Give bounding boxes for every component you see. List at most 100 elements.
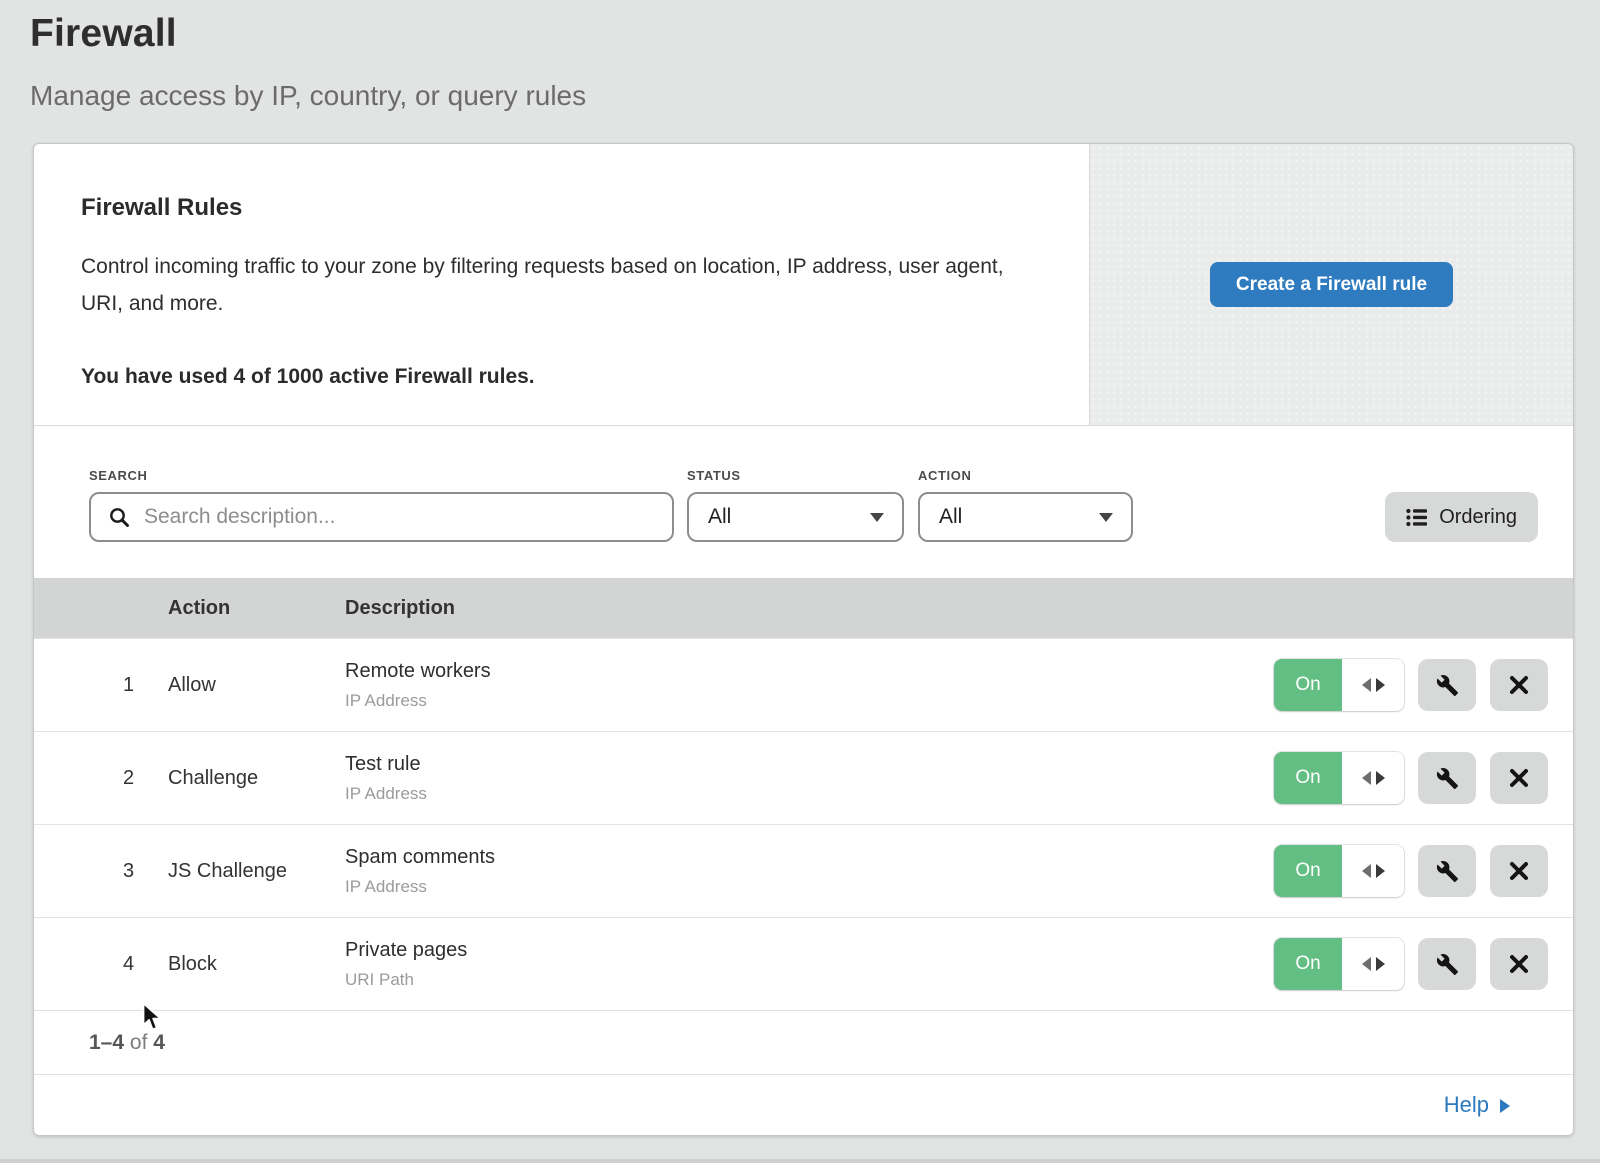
arrow-left-icon <box>1362 957 1371 971</box>
status-label: STATUS <box>687 468 904 483</box>
rule-status-toggle[interactable]: On <box>1274 752 1404 804</box>
arrow-right-icon <box>1376 771 1385 785</box>
rule-description-cell: Remote workers IP Address <box>345 660 1274 711</box>
rule-match-type: IP Address <box>345 784 1274 804</box>
search-filter-group: SEARCH <box>89 468 674 542</box>
rule-priority: 3 <box>89 860 168 883</box>
rule-action: Challenge <box>168 767 345 790</box>
rule-status-toggle[interactable]: On <box>1274 938 1404 990</box>
rule-description: Private pages <box>345 939 1274 962</box>
page-header: Firewall Manage access by IP, country, o… <box>0 0 1600 112</box>
wrench-icon <box>1436 767 1459 790</box>
rule-action: Allow <box>168 674 345 697</box>
rule-description-cell: Private pages URI Path <box>345 939 1274 990</box>
rule-description: Spam comments <box>345 846 1274 869</box>
wrench-icon <box>1436 860 1459 883</box>
toggle-on-label: On <box>1274 659 1342 711</box>
help-link-label: Help <box>1444 1092 1489 1118</box>
help-arrow-icon <box>1500 1099 1510 1113</box>
card-description: Control incoming traffic to your zone by… <box>81 248 1031 322</box>
pagination: 1–4 of 4 <box>34 1010 1573 1074</box>
toggle-drag-handle[interactable] <box>1342 659 1404 711</box>
edit-rule-button[interactable] <box>1418 845 1476 897</box>
status-select[interactable]: All <box>687 492 904 542</box>
rule-controls: On <box>1274 938 1548 990</box>
card-heading: Firewall Rules <box>81 194 1041 222</box>
table-row: 3 JS Challenge Spam comments IP Address … <box>34 824 1573 917</box>
table-header: Action Description <box>34 578 1573 638</box>
arrow-left-icon <box>1362 864 1371 878</box>
firewall-rules-card: Firewall Rules Control incoming traffic … <box>33 143 1574 1136</box>
table-row: 1 Allow Remote workers IP Address On <box>34 638 1573 731</box>
rule-description: Remote workers <box>345 660 1274 683</box>
status-selected-value: All <box>708 505 731 529</box>
rule-match-type: URI Path <box>345 970 1274 990</box>
edit-rule-button[interactable] <box>1418 659 1476 711</box>
rule-description-cell: Spam comments IP Address <box>345 846 1274 897</box>
edit-rule-button[interactable] <box>1418 938 1476 990</box>
arrow-right-icon <box>1376 864 1385 878</box>
rule-controls: On <box>1274 659 1548 711</box>
page-title: Firewall <box>30 12 1570 56</box>
arrow-left-icon <box>1362 771 1371 785</box>
status-filter-group: STATUS All <box>674 468 904 542</box>
search-input-box[interactable] <box>89 492 674 542</box>
toggle-drag-handle[interactable] <box>1342 938 1404 990</box>
usage-summary: You have used 4 of 1000 active Firewall … <box>81 365 1041 389</box>
pagination-of: of <box>130 1031 148 1055</box>
close-icon <box>1509 675 1529 695</box>
action-selected-value: All <box>939 505 962 529</box>
delete-rule-button[interactable] <box>1490 659 1548 711</box>
rule-status-toggle[interactable]: On <box>1274 845 1404 897</box>
rule-action: JS Challenge <box>168 860 345 883</box>
search-input[interactable] <box>144 505 658 529</box>
rule-priority: 2 <box>89 767 168 790</box>
toggle-drag-handle[interactable] <box>1342 845 1404 897</box>
delete-rule-button[interactable] <box>1490 845 1548 897</box>
search-label: SEARCH <box>89 468 674 483</box>
rule-controls: On <box>1274 845 1548 897</box>
wrench-icon <box>1436 953 1459 976</box>
rule-description: Test rule <box>345 753 1274 776</box>
intro-text-block: Firewall Rules Control incoming traffic … <box>34 144 1089 425</box>
create-rule-panel: Create a Firewall rule <box>1089 144 1573 425</box>
rule-match-type: IP Address <box>345 877 1274 897</box>
intro-section: Firewall Rules Control incoming traffic … <box>34 144 1573 426</box>
help-link[interactable]: Help <box>1444 1092 1510 1118</box>
search-icon <box>108 506 131 529</box>
chevron-down-icon <box>1099 513 1113 522</box>
help-row: Help <box>34 1074 1573 1135</box>
create-firewall-rule-button[interactable]: Create a Firewall rule <box>1210 262 1453 307</box>
filters-bar: SEARCH STATUS All ACTION All <box>34 426 1573 578</box>
action-filter-group: ACTION All <box>904 468 1133 542</box>
action-column-header: Action <box>168 597 345 620</box>
toggle-on-label: On <box>1274 938 1342 990</box>
delete-rule-button[interactable] <box>1490 752 1548 804</box>
ordering-button-label: Ordering <box>1439 506 1517 529</box>
toggle-drag-handle[interactable] <box>1342 752 1404 804</box>
close-icon <box>1509 768 1529 788</box>
pagination-range: 1–4 <box>89 1031 124 1055</box>
rule-controls: On <box>1274 752 1548 804</box>
action-label: ACTION <box>918 468 1133 483</box>
ordering-button[interactable]: Ordering <box>1385 492 1538 542</box>
rule-status-toggle[interactable]: On <box>1274 659 1404 711</box>
arrow-right-icon <box>1376 957 1385 971</box>
delete-rule-button[interactable] <box>1490 938 1548 990</box>
page-subtitle: Manage access by IP, country, or query r… <box>30 80 1570 112</box>
action-select[interactable]: All <box>918 492 1133 542</box>
toggle-on-label: On <box>1274 752 1342 804</box>
ordering-list-icon <box>1406 508 1427 527</box>
pagination-total: 4 <box>153 1031 165 1055</box>
toggle-on-label: On <box>1274 845 1342 897</box>
rule-description-cell: Test rule IP Address <box>345 753 1274 804</box>
rule-priority: 4 <box>89 953 168 976</box>
wrench-icon <box>1436 674 1459 697</box>
arrow-right-icon <box>1376 678 1385 692</box>
edit-rule-button[interactable] <box>1418 752 1476 804</box>
table-row: 4 Block Private pages URI Path On <box>34 917 1573 1010</box>
rule-match-type: IP Address <box>345 691 1274 711</box>
rule-priority: 1 <box>89 674 168 697</box>
chevron-down-icon <box>870 513 884 522</box>
arrow-left-icon <box>1362 678 1371 692</box>
